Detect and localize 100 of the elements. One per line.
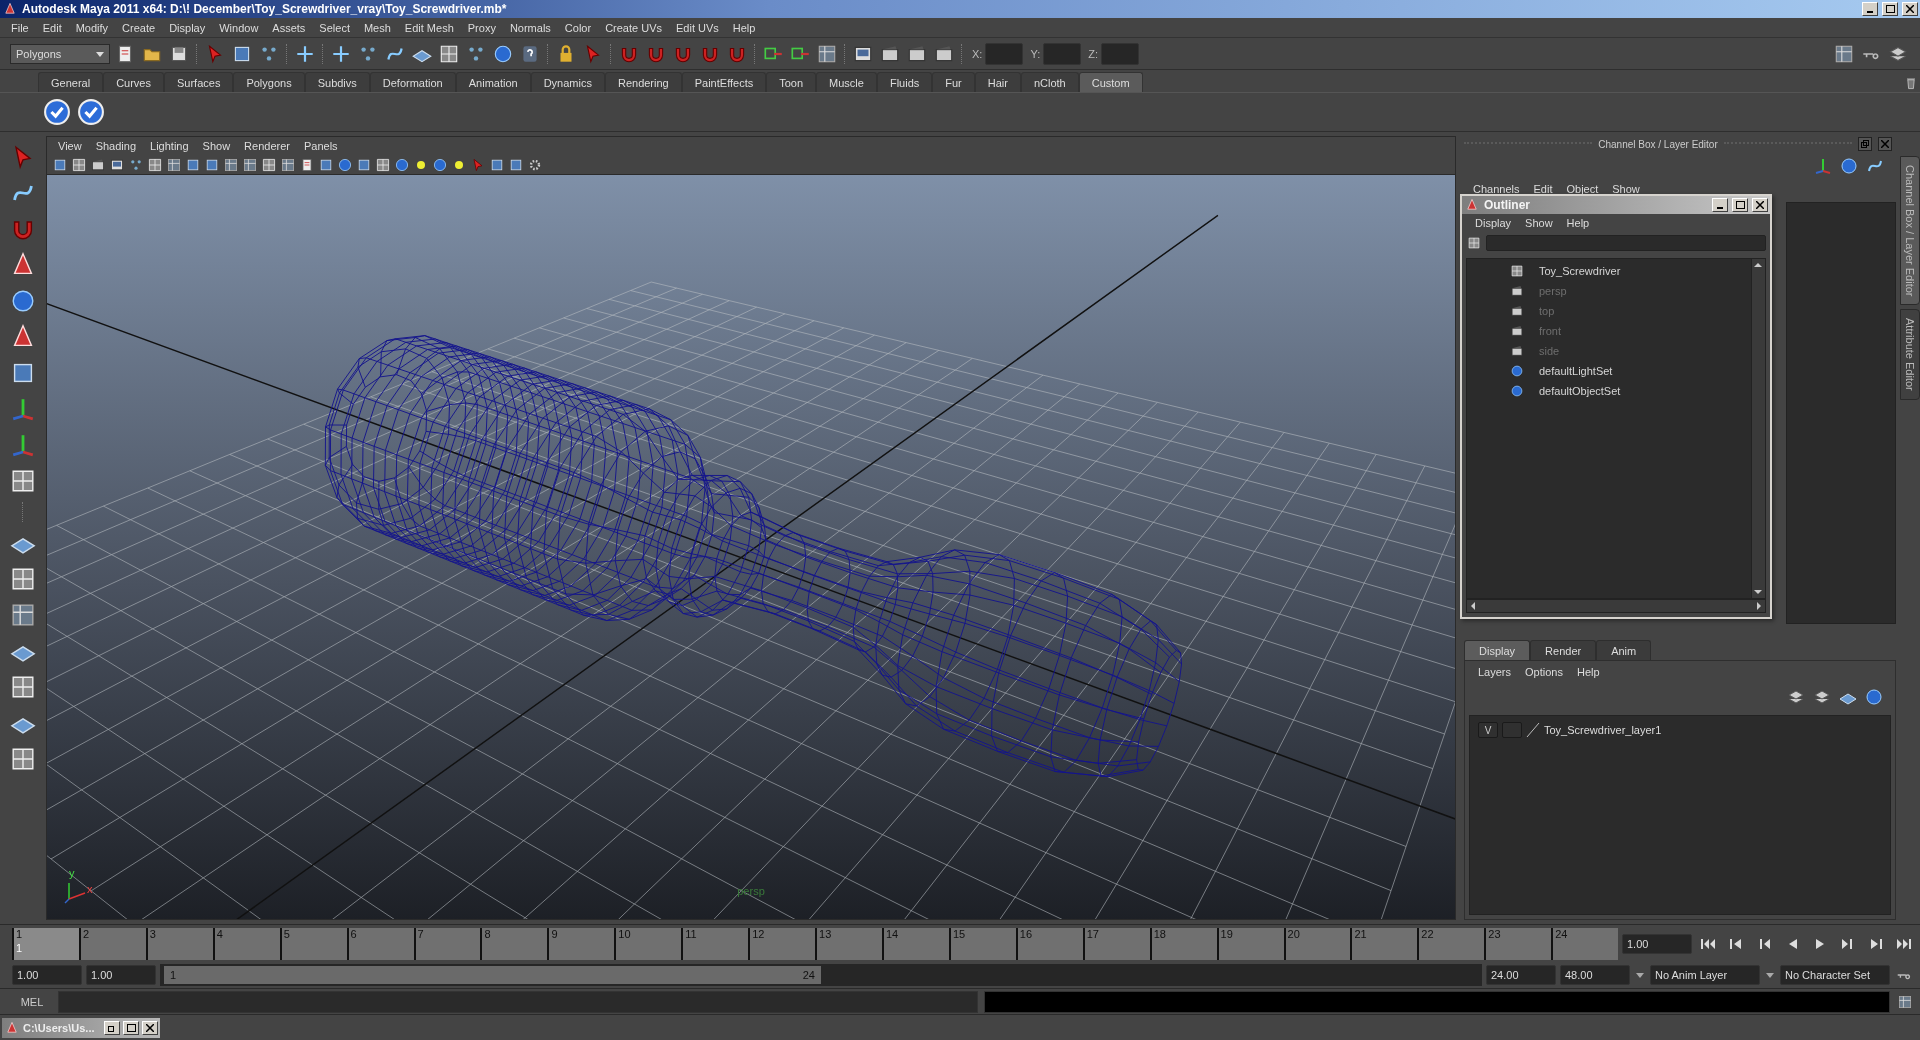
menu-item[interactable]: Create UVs bbox=[598, 21, 669, 34]
start-time-field[interactable]: 1.00 bbox=[12, 965, 82, 985]
menu-item[interactable]: Help bbox=[725, 21, 763, 34]
check-circle-icon[interactable] bbox=[76, 97, 106, 127]
visibility-toggle[interactable]: V bbox=[1478, 722, 1498, 738]
layer-name[interactable]: Toy_Screwdriver_layer1 bbox=[1544, 724, 1662, 736]
shelf-tab[interactable]: Custom bbox=[1078, 72, 1143, 92]
menu-item[interactable]: Window bbox=[212, 21, 266, 34]
range-slider-track[interactable]: 1 24 bbox=[160, 964, 1482, 986]
menu-item[interactable]: Select bbox=[312, 21, 357, 34]
playback-end-field[interactable]: 24.00 bbox=[1486, 965, 1556, 985]
layer-color-swatch[interactable] bbox=[1526, 722, 1540, 738]
check-circle-icon[interactable] bbox=[42, 97, 72, 127]
time-slider[interactable]: 1 1 2 3 4 5 6 7 8 9 10 11 12 13 14 15 16 17 18 19 20 21 22 23 24 bbox=[12, 927, 1618, 960]
shelf-tab[interactable]: Surfaces bbox=[164, 72, 234, 92]
layer-menu-item[interactable]: Options bbox=[1518, 666, 1570, 678]
shelf-tab[interactable]: Subdivs bbox=[304, 72, 370, 92]
menu-item[interactable]: Create bbox=[115, 21, 163, 34]
shelf-tab[interactable]: Curves bbox=[103, 72, 164, 92]
scrollbar[interactable] bbox=[1751, 259, 1765, 598]
shelf-tab[interactable]: PaintEffects bbox=[681, 72, 767, 92]
minimize-button[interactable] bbox=[1712, 198, 1728, 212]
minimize-button[interactable] bbox=[1862, 2, 1878, 16]
outliner-item[interactable]: defaultObjectSet bbox=[1539, 385, 1621, 397]
shelf-tab[interactable]: Rendering bbox=[604, 72, 682, 92]
coordinate-field[interactable] bbox=[1043, 42, 1082, 65]
viewport-menu-item[interactable]: Renderer bbox=[237, 140, 297, 152]
layer-menu-item[interactable]: Layers bbox=[1471, 666, 1519, 678]
shelf-tab[interactable]: Hair bbox=[974, 72, 1021, 92]
shelf-tab[interactable]: Animation bbox=[455, 72, 531, 92]
maximize-button[interactable] bbox=[123, 1020, 139, 1035]
viewport-menu-item[interactable]: Lighting bbox=[143, 140, 196, 152]
camera-icon[interactable] bbox=[1509, 323, 1525, 339]
menu-item[interactable]: Assets bbox=[265, 21, 313, 34]
grid-icon[interactable] bbox=[146, 156, 164, 173]
outliner-item[interactable]: defaultLightSet bbox=[1539, 365, 1613, 377]
anim-layer-field[interactable]: No Anim Layer bbox=[1650, 965, 1760, 985]
app-logo-icon[interactable] bbox=[4, 1019, 20, 1036]
playback-start-field[interactable]: 1.00 bbox=[86, 965, 156, 985]
shelf-tab[interactable]: Muscle bbox=[816, 72, 877, 92]
outliner-menu-item[interactable]: Display bbox=[1468, 217, 1519, 229]
camera-icon[interactable] bbox=[1509, 343, 1525, 359]
command-language-label[interactable]: MEL bbox=[12, 995, 52, 1008]
layer-editor-tab[interactable]: Anim bbox=[1596, 640, 1652, 660]
menu-item[interactable]: File bbox=[4, 21, 36, 34]
menu-item[interactable]: Color bbox=[557, 21, 599, 34]
channel-box-menu-item[interactable]: Edit bbox=[1526, 183, 1560, 195]
shelf-tab[interactable]: Toon bbox=[766, 72, 817, 92]
side-tab[interactable]: Channel Box / Layer Editor bbox=[1900, 156, 1920, 306]
channel-box-menu-item[interactable]: Show bbox=[1605, 183, 1647, 195]
end-time-field[interactable]: 48.00 bbox=[1560, 965, 1630, 985]
menu-item[interactable]: Display bbox=[162, 21, 213, 34]
camera-icon[interactable] bbox=[1509, 303, 1525, 319]
camera-icon[interactable] bbox=[1509, 283, 1525, 299]
screwdriver-wireframe-drawing[interactable] bbox=[324, 335, 1182, 778]
layer-editor-tab[interactable]: Display bbox=[1464, 640, 1531, 660]
menu-item[interactable]: Proxy bbox=[460, 21, 503, 34]
menu-item[interactable]: Edit Mesh bbox=[397, 21, 461, 34]
float-button[interactable] bbox=[1858, 137, 1872, 151]
command-input-field[interactable] bbox=[58, 990, 978, 1013]
viewport-menu-item[interactable]: View bbox=[51, 140, 89, 152]
outliner-menu-item[interactable]: Show bbox=[1518, 217, 1560, 229]
shelf-tab[interactable]: Fur bbox=[932, 72, 975, 92]
channel-box-menu-item[interactable]: Object bbox=[1559, 183, 1606, 195]
app-logo-icon[interactable] bbox=[1464, 197, 1480, 213]
shelf-tab[interactable]: Fluids bbox=[876, 72, 933, 92]
shelf-tab[interactable]: nCloth bbox=[1020, 72, 1079, 92]
menu-item[interactable]: Modify bbox=[68, 21, 116, 34]
set-icon[interactable] bbox=[1509, 363, 1525, 379]
viewport-menu-item[interactable]: Shading bbox=[88, 140, 144, 152]
caret-icon[interactable] bbox=[1634, 970, 1646, 980]
shelf-tab[interactable]: Dynamics bbox=[530, 72, 605, 92]
shelf-tab[interactable]: Deformation bbox=[369, 72, 456, 92]
character-set-field[interactable]: No Character Set bbox=[1780, 965, 1890, 985]
menu-item[interactable]: Normals bbox=[502, 21, 558, 34]
app-logo-icon[interactable] bbox=[2, 1, 18, 17]
layer-editor-tab[interactable]: Render bbox=[1530, 640, 1597, 660]
mesh-icon[interactable] bbox=[1509, 263, 1525, 279]
current-time-field[interactable]: 1.00 bbox=[1622, 933, 1692, 954]
viewport-menu-item[interactable]: Show bbox=[195, 140, 238, 152]
menu-item[interactable]: Edit UVs bbox=[669, 21, 726, 34]
viewport-menu-item[interactable]: Panels bbox=[296, 140, 345, 152]
layer-menu-item[interactable]: Help bbox=[1569, 666, 1607, 678]
side-tab[interactable]: Attribute Editor bbox=[1900, 309, 1920, 401]
set-icon[interactable] bbox=[1509, 383, 1525, 399]
coordinate-field[interactable] bbox=[985, 42, 1024, 65]
shelf-tab[interactable]: General bbox=[38, 72, 104, 92]
range-slider-bar[interactable]: 1 24 bbox=[164, 966, 821, 984]
menu-item[interactable]: Edit bbox=[35, 21, 69, 34]
channel-box-menu-item[interactable]: Channels bbox=[1466, 183, 1527, 195]
maximize-button[interactable] bbox=[1732, 198, 1748, 212]
shelf-tab[interactable]: Polygons bbox=[233, 72, 305, 92]
coordinate-field[interactable] bbox=[1101, 42, 1139, 65]
mode-dropdown[interactable]: Polygons bbox=[10, 43, 110, 64]
menu-item[interactable]: Mesh bbox=[356, 21, 398, 34]
outliner-menu-item[interactable]: Help bbox=[1559, 217, 1597, 229]
maximize-button[interactable] bbox=[1882, 2, 1898, 16]
outliner-item[interactable]: Toy_Screwdriver bbox=[1539, 265, 1621, 277]
search-field[interactable] bbox=[1486, 235, 1766, 251]
restore-button[interactable] bbox=[104, 1020, 120, 1035]
